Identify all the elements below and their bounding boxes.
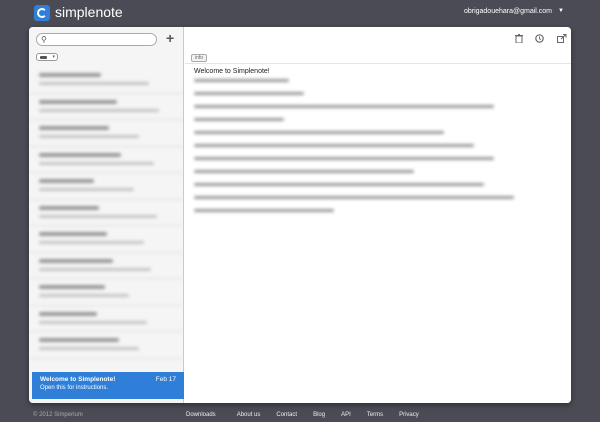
history-icon[interactable] [535,34,545,45]
share-icon[interactable] [557,34,567,45]
footer-links: Downloads About us Contact Blog API Term… [186,412,419,418]
tag-chip[interactable]: info [191,54,208,62]
note-body-blurred[interactable] [194,79,554,222]
brand-name: simplenote [55,4,123,20]
add-note-button[interactable]: + [166,30,174,46]
list-item[interactable] [29,306,184,332]
note-list [29,67,184,367]
list-item[interactable] [29,147,184,173]
footer-link-about[interactable]: About us [237,412,261,418]
search-input[interactable]: ⚲ [36,33,157,46]
top-bar: simplenote obrigadouehara@gmail.com ▼ [0,0,600,26]
simplenote-logo-icon [34,5,50,21]
account-email[interactable]: obrigadouehara@gmail.com [464,8,552,15]
app-window: ⚲ + ▾ Welcome to Simplenote! Feb 17 Open… [29,27,571,403]
copyright: © 2012 Simperium [33,412,83,418]
footer-link-privacy[interactable]: Privacy [399,412,419,418]
account-caret-icon[interactable]: ▼ [558,8,564,14]
list-item[interactable] [29,67,184,94]
list-item[interactable] [29,226,184,253]
footer-link-downloads[interactable]: Downloads [186,412,216,418]
note-editor: i info Welcome to Simplenote! [185,27,571,403]
selected-note-preview: Open this for instructions. [40,385,109,391]
selected-note-item[interactable]: Welcome to Simplenote! Feb 17 Open this … [32,372,184,399]
list-item[interactable] [29,332,184,359]
list-item[interactable] [29,279,184,306]
trash-icon[interactable] [515,34,523,45]
tag-filter-button[interactable]: ▾ [36,53,58,61]
footer-link-contact[interactable]: Contact [276,412,297,418]
footer-link-blog[interactable]: Blog [313,412,325,418]
footer-link-api[interactable]: API [341,412,351,418]
list-item[interactable] [29,200,184,226]
list-item[interactable] [29,94,184,120]
selected-note-date: Feb 17 [155,376,176,383]
sidebar: ⚲ + ▾ Welcome to Simplenote! Feb 17 Open… [29,27,184,403]
footer: © 2012 Simperium Downloads About us Cont… [0,408,600,422]
list-item[interactable] [29,120,184,147]
note-title[interactable]: Welcome to Simplenote! [194,68,270,75]
list-item[interactable] [29,253,184,279]
editor-divider [185,63,571,64]
search-icon: ⚲ [41,35,47,44]
list-item[interactable] [29,173,184,200]
footer-link-terms[interactable]: Terms [367,412,383,418]
